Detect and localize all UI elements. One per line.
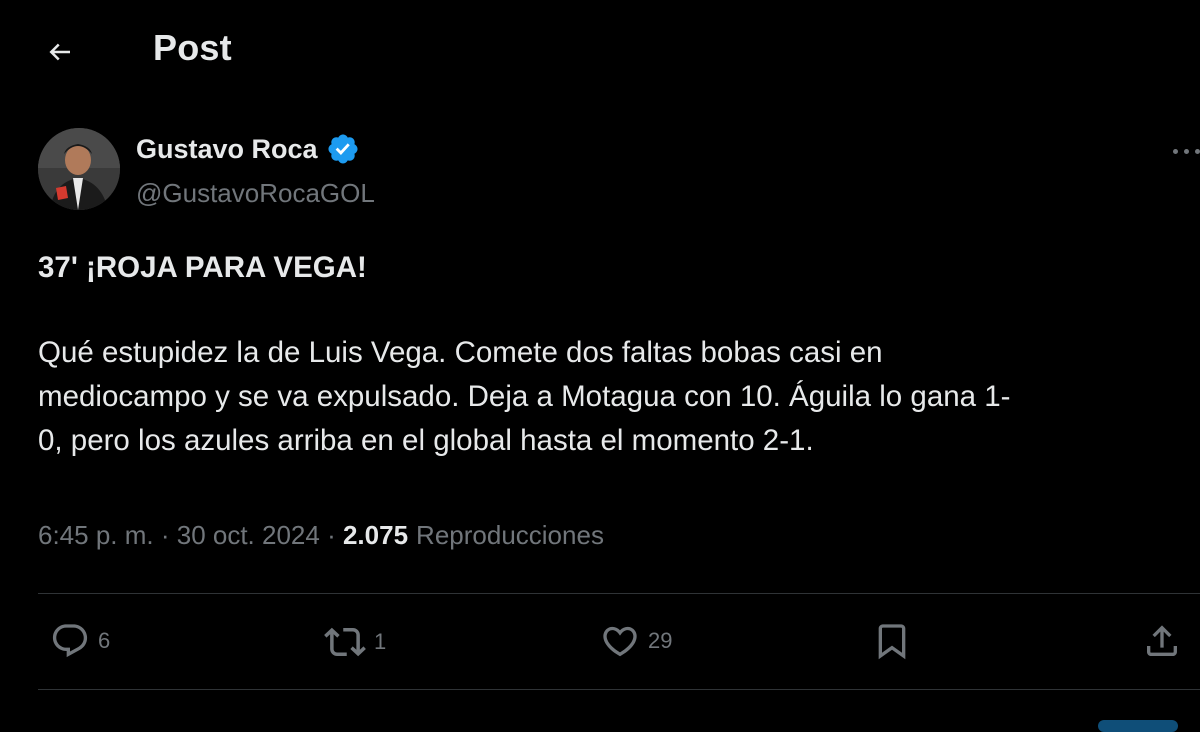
divider [38,689,1200,690]
bookmark-button[interactable] [872,621,912,661]
reply-button[interactable]: 6 [50,621,110,661]
top-bar: Post [0,0,1200,100]
arrow-left-icon [49,43,70,61]
reply-button-peek[interactable] [1098,720,1178,732]
repost-count: 1 [374,629,387,654]
like-button[interactable]: 29 [600,621,672,661]
back-button[interactable] [36,28,84,76]
page-title: Post [153,27,232,68]
display-name: Gustavo Roca [136,133,318,164]
avatar-photo [38,128,120,210]
post-meta: 6:45 p. m. · 30 oct. 2024 · 2.075 Reprod… [38,520,604,551]
views-count: 2.075 [342,520,409,550]
reply-icon [52,624,88,658]
repost-icon [324,627,366,657]
bookmark-icon [878,624,906,660]
post-paragraph: Qué estupidez la de Luis Vega. Comete do… [38,336,1011,457]
like-count: 29 [648,628,673,653]
reply-count: 6 [98,628,111,653]
repost-button[interactable]: 1 [324,621,386,663]
verified-badge-icon [326,132,360,166]
post-time[interactable]: 6:45 p. m. [38,520,154,551]
post-date[interactable]: 30 oct. 2024 [177,520,320,551]
post-text: 37' ¡ROJA PARA VEGA! Qué estupidez la de… [38,246,1188,463]
meta-separator: · [153,520,177,550]
action-bar: 6 1 29 [38,594,1200,690]
more-options-icon[interactable] [1156,136,1200,166]
avatar[interactable] [38,128,120,210]
post-headline: 37' ¡ROJA PARA VEGA! [38,251,367,284]
heart-icon [603,626,637,657]
views-label: Reproducciones [416,520,604,550]
share-button[interactable] [1142,621,1182,661]
display-name-link[interactable]: Gustavo Roca [136,132,360,166]
share-icon [1147,625,1177,656]
user-handle[interactable]: @GustavoRocaGOL [136,178,375,209]
post-author: Gustavo Roca @GustavoRocaGOL [38,128,1200,218]
meta-separator: · [319,520,343,550]
